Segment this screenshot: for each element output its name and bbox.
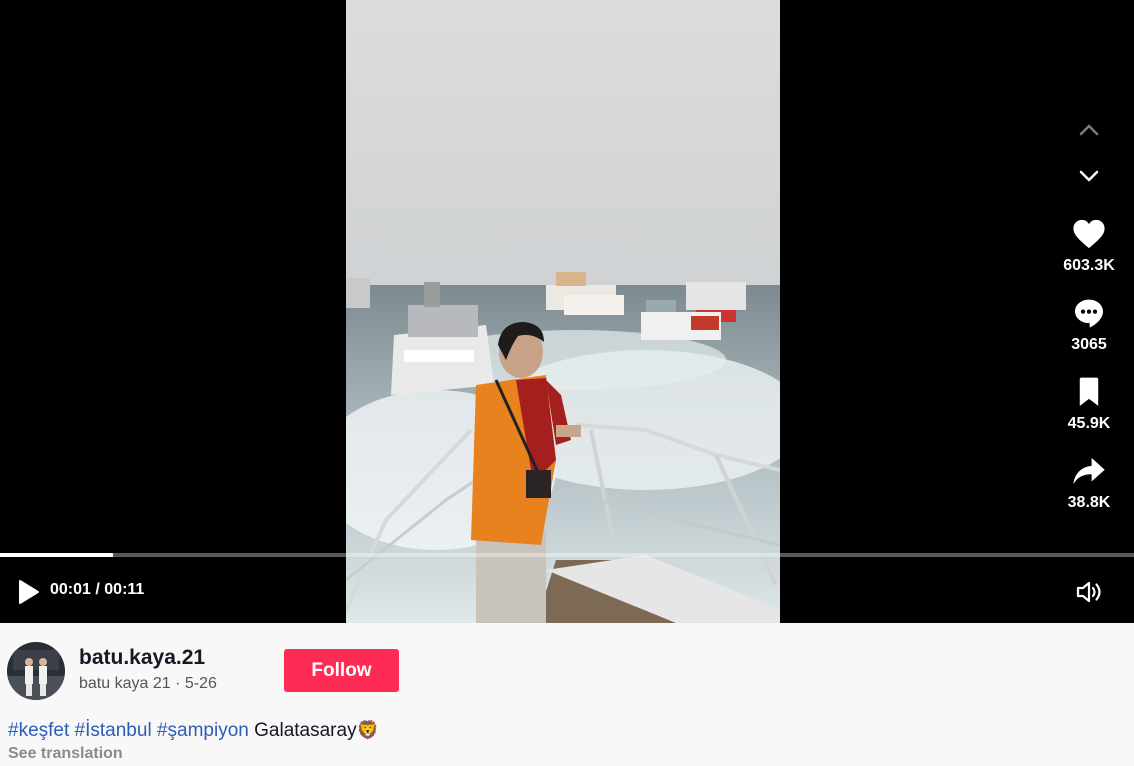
volume-icon bbox=[1076, 581, 1101, 603]
comment-bubble-icon bbox=[1075, 299, 1103, 328]
post-date: 5-26 bbox=[184, 675, 217, 692]
video-scene bbox=[346, 0, 780, 623]
video-meta: batu.kaya.21 batu kaya 21 · 5-26 Follow … bbox=[0, 623, 1134, 766]
avatar-image bbox=[7, 642, 65, 700]
volume-button[interactable] bbox=[1074, 578, 1106, 606]
play-button[interactable] bbox=[14, 578, 42, 606]
subline-separator: · bbox=[170, 675, 185, 692]
see-translation-link[interactable]: See translation bbox=[8, 745, 123, 763]
save-button[interactable]: 45.9K bbox=[1067, 372, 1111, 434]
share-button[interactable]: 38.8K bbox=[1067, 451, 1111, 513]
hashtag-link[interactable]: #İstanbul bbox=[75, 720, 152, 741]
follow-button[interactable]: Follow bbox=[284, 649, 399, 692]
progress-bar[interactable] bbox=[0, 553, 1134, 557]
side-actions: 603.3K 3065 45.9K 38.8K bbox=[1044, 110, 1134, 513]
previous-video-button[interactable] bbox=[1069, 110, 1109, 150]
time-total: 00:11 bbox=[104, 581, 145, 598]
hashtag-link[interactable]: #şampiyon bbox=[157, 720, 249, 741]
author-subline: batu kaya 21 · 5-26 bbox=[79, 675, 217, 693]
like-count: 603.3K bbox=[1063, 257, 1115, 274]
like-button[interactable]: 603.3K bbox=[1063, 214, 1115, 276]
play-icon bbox=[19, 580, 39, 604]
time-display: 00:01 / 00:11 bbox=[50, 581, 144, 599]
save-count: 45.9K bbox=[1067, 415, 1111, 432]
share-arrow-icon bbox=[1073, 457, 1105, 485]
video-caption: #keşfet #İstanbul #şampiyon Galatasaray🦁 bbox=[8, 720, 379, 742]
share-count: 38.8K bbox=[1067, 494, 1111, 511]
caption-text: Galatasaray bbox=[254, 720, 357, 741]
video-frame[interactable] bbox=[346, 0, 780, 623]
hashtag-link[interactable]: #keşfet bbox=[8, 720, 69, 741]
bookmark-icon bbox=[1079, 377, 1099, 406]
comment-button[interactable]: 3065 bbox=[1069, 293, 1109, 355]
video-player[interactable]: 603.3K 3065 45.9K 38.8K 00:01 / 00:11 bbox=[0, 0, 1134, 623]
author-display-name: batu kaya 21 bbox=[79, 675, 171, 692]
chevron-up-icon bbox=[1079, 124, 1099, 136]
author-username[interactable]: batu.kaya.21 bbox=[79, 646, 205, 670]
progress-fill bbox=[0, 553, 114, 557]
avatar[interactable] bbox=[7, 642, 65, 700]
lion-emoji: 🦁 bbox=[356, 720, 379, 740]
heart-icon bbox=[1073, 219, 1105, 249]
next-video-button[interactable] bbox=[1069, 156, 1109, 196]
time-separator: / bbox=[90, 581, 105, 598]
comment-count: 3065 bbox=[1071, 336, 1107, 353]
time-current: 00:01 bbox=[50, 581, 91, 598]
player-controls: 00:01 / 00:11 bbox=[0, 570, 1134, 610]
chevron-down-icon bbox=[1079, 170, 1099, 182]
